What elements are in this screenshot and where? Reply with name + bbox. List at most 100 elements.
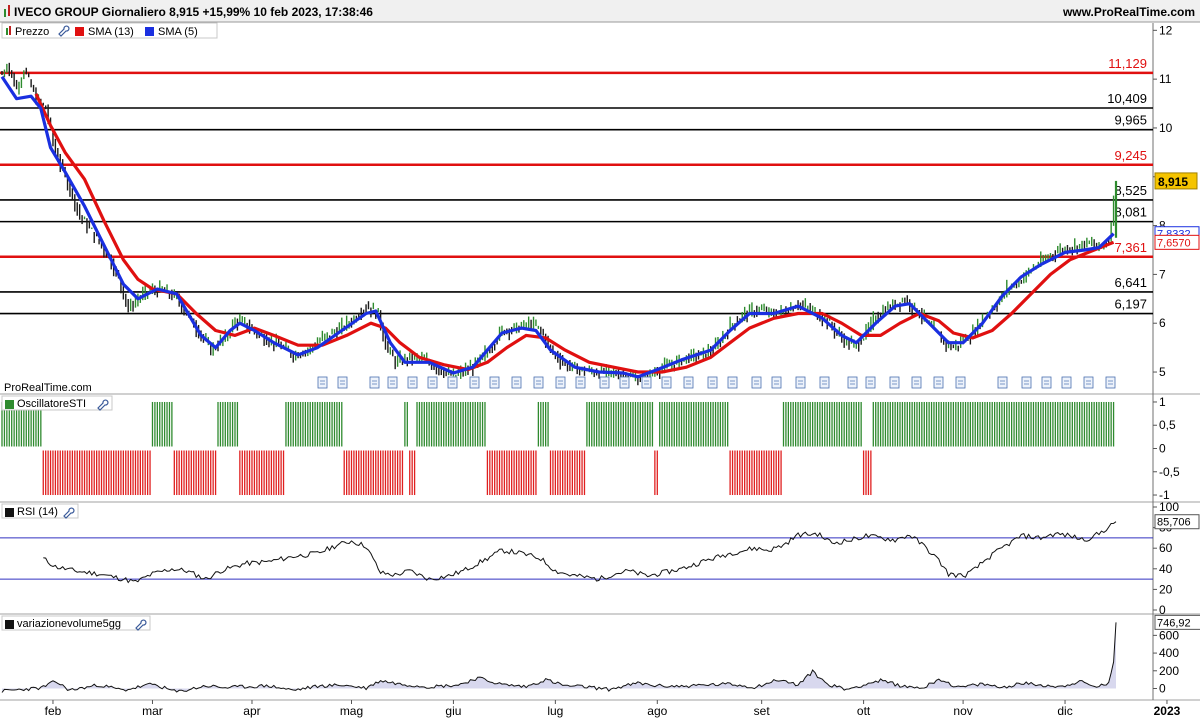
document-icon[interactable] (661, 376, 672, 389)
document-icon-body (641, 376, 652, 389)
sti-panel[interactable]: -1-0,500,51 (1, 395, 1180, 502)
document-icon[interactable] (771, 376, 782, 389)
price-panel[interactable]: 5678910111211,12910,4099,9659,2458,5258,… (0, 23, 1200, 389)
rsi-panel[interactable]: 02040608010085,706 (0, 500, 1200, 617)
x-axis: febmaraprmaggiulugagosetottnovdic2023feb (45, 700, 1181, 718)
document-icon[interactable] (619, 376, 630, 389)
legend-rsi: RSI (14) (17, 506, 58, 518)
last-price-label: 8,915 (1158, 175, 1188, 189)
document-icon[interactable] (865, 376, 876, 389)
legend-sma13: SMA (13) (88, 26, 134, 38)
x-tick-label: set (754, 704, 771, 718)
document-icon-body (1021, 376, 1032, 389)
document-icon[interactable] (469, 376, 480, 389)
sma5-line (0, 75, 1115, 379)
document-icon[interactable] (599, 376, 610, 389)
volume-area (2, 622, 1116, 693)
document-icon-body (751, 376, 762, 389)
document-icon-body (337, 376, 348, 389)
x-tick-label: ott (857, 704, 871, 718)
document-icon[interactable] (997, 376, 1008, 389)
document-icon[interactable] (575, 376, 586, 389)
chart-title: IVECO GROUP Giornaliero 8,915 +15,99% 10… (14, 5, 373, 19)
document-icon[interactable] (641, 376, 652, 389)
document-icon[interactable] (955, 376, 966, 389)
document-icon-body (1105, 376, 1116, 389)
document-icon-body (619, 376, 630, 389)
document-icon[interactable] (555, 376, 566, 389)
y-tick-label: 60 (1159, 541, 1173, 555)
document-icon-body (955, 376, 966, 389)
sti-legend: OscillatoreSTI (1, 395, 113, 411)
rsi-swatch (5, 508, 14, 517)
level-label: 6,197 (1114, 297, 1147, 312)
document-icon-body (683, 376, 694, 389)
document-icon-body (997, 376, 1008, 389)
site-link[interactable]: www.ProRealTime.com (1062, 5, 1195, 19)
document-icon[interactable] (369, 376, 380, 389)
document-icon[interactable] (683, 376, 694, 389)
volume-swatch (5, 620, 14, 629)
x-tick-label: dic (1057, 704, 1072, 718)
document-icon[interactable] (795, 376, 806, 389)
x-tick-label: feb (45, 704, 62, 718)
level-label: 8,081 (1114, 205, 1147, 220)
document-icon-body (599, 376, 610, 389)
y-tick-label: 1 (1159, 395, 1166, 409)
document-icon[interactable] (511, 376, 522, 389)
level-label: 11,129 (1108, 56, 1147, 71)
document-icon[interactable] (1041, 376, 1052, 389)
document-icon[interactable] (387, 376, 398, 389)
x-tick-label: mar (142, 704, 163, 718)
y-tick-label: 10 (1159, 121, 1173, 135)
sma13-value-label: 7,6570 (1157, 237, 1191, 249)
document-icon[interactable] (847, 376, 858, 389)
document-icon[interactable] (1083, 376, 1094, 389)
document-icon[interactable] (447, 376, 458, 389)
document-icon-body (933, 376, 944, 389)
document-icon-body (847, 376, 858, 389)
volume-legend: variazionevolume5gg (1, 615, 151, 631)
document-icon[interactable] (911, 376, 922, 389)
document-icon[interactable] (933, 376, 944, 389)
document-icon-body (795, 376, 806, 389)
document-icon[interactable] (889, 376, 900, 389)
legend-sti: OscillatoreSTI (17, 398, 86, 410)
x-tick-label: giu (445, 704, 461, 718)
document-icon[interactable] (727, 376, 738, 389)
y-tick-label: 100 (1159, 500, 1179, 514)
document-icon[interactable] (707, 376, 718, 389)
document-icon[interactable] (427, 376, 438, 389)
document-icon-body (1041, 376, 1052, 389)
document-icon-body (511, 376, 522, 389)
rsi-legend: RSI (14) (1, 503, 79, 519)
y-tick-label: 20 (1159, 582, 1173, 596)
y-tick-label: 0 (1159, 681, 1166, 695)
document-icon-body (427, 376, 438, 389)
volume-panel[interactable]: 0 200 400 600746,92 (1, 614, 1200, 695)
document-icon[interactable] (317, 376, 328, 389)
document-icon[interactable] (407, 376, 418, 389)
volume-line (1, 622, 1117, 693)
volume-value-label: 746,92 (1157, 617, 1191, 629)
document-icon-body (911, 376, 922, 389)
document-icon-body (1061, 376, 1072, 389)
level-label: 10,409 (1107, 91, 1147, 106)
document-icon[interactable] (751, 376, 762, 389)
document-icon-body (555, 376, 566, 389)
document-icon[interactable] (489, 376, 500, 389)
document-icon[interactable] (1105, 376, 1116, 389)
rsi-value-label: 85,706 (1157, 517, 1191, 529)
legend-prezzo: Prezzo (15, 26, 49, 38)
sma5-swatch (145, 27, 154, 36)
document-icon[interactable] (337, 376, 348, 389)
document-icon[interactable] (819, 376, 830, 389)
document-icon-body (865, 376, 876, 389)
chart-window: IVECO GROUP Giornaliero 8,915 +15,99% 10… (0, 0, 1200, 720)
y-tick-label: 0,5 (1159, 418, 1176, 432)
legend-volume: variazionevolume5gg (17, 618, 121, 630)
document-icon[interactable] (533, 376, 544, 389)
document-icon[interactable] (1061, 376, 1072, 389)
document-icon[interactable] (1021, 376, 1032, 389)
x-tick-label: apr (243, 704, 260, 718)
